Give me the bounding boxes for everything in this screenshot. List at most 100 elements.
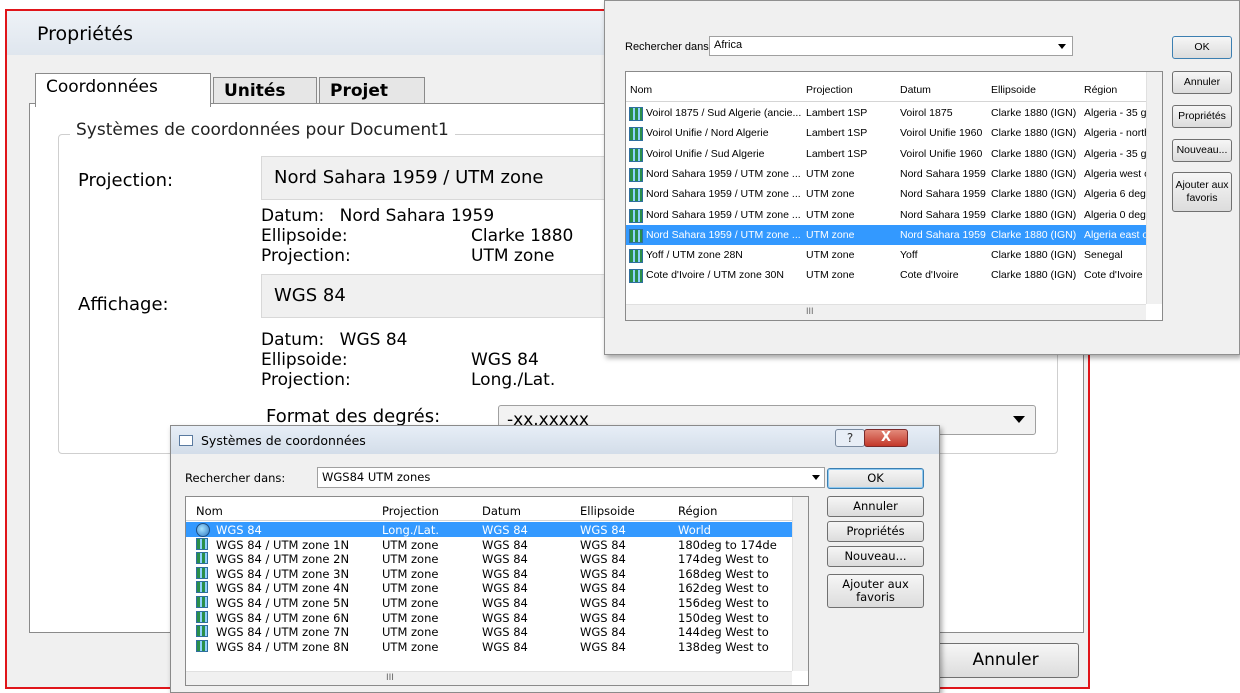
cell-datum: Nord Sahara 1959 bbox=[900, 208, 986, 221]
projection-info: Datum: Nord Sahara 1959 Ellipsoide: Clark… bbox=[261, 206, 573, 266]
col-datum[interactable]: Datum bbox=[900, 84, 931, 96]
list-item[interactable]: WGS 84 / UTM zone 4N UTM zone WGS 84 WGS 84… bbox=[186, 580, 792, 595]
chevron-down-icon bbox=[1058, 44, 1066, 49]
list-item[interactable]: Nord Sahara 1959 / UTM zone ... UTM zone N… bbox=[626, 224, 1148, 245]
col-ellipsoide[interactable]: Ellipsoide bbox=[580, 504, 635, 518]
horizontal-scrollbar[interactable]: III bbox=[186, 671, 792, 685]
new-button[interactable]: Nouveau... bbox=[827, 546, 924, 567]
grid-map-icon bbox=[196, 566, 208, 579]
vertical-scrollbar[interactable] bbox=[1146, 72, 1162, 304]
projection-field[interactable]: Nord Sahara 1959 / UTM zone bbox=[261, 156, 621, 200]
cell-nom: WGS 84 / UTM zone 4N bbox=[216, 581, 350, 596]
horizontal-scrollbar[interactable]: III bbox=[626, 304, 1146, 320]
cell-region: Algeria 0 deg bbox=[1084, 208, 1146, 221]
cell-projection: UTM zone bbox=[806, 208, 855, 221]
proj-datum-value: Nord Sahara 1959 bbox=[339, 206, 495, 226]
cell-region: 150deg West to bbox=[678, 610, 769, 625]
close-button[interactable]: X bbox=[864, 429, 908, 447]
list-item[interactable]: WGS 84 Long./Lat. WGS 84 WGS 84 World bbox=[186, 522, 792, 537]
list-item[interactable]: Yoff / UTM zone 28N UTM zone Yoff Clarke 18… bbox=[626, 245, 1146, 265]
list-item[interactable]: WGS 84 / UTM zone 3N UTM zone WGS 84 WGS 84… bbox=[186, 566, 792, 581]
coordinate-system-list[interactable]: Nom Projection Datum Ellipsoide Région V… bbox=[625, 71, 1163, 321]
help-button[interactable]: ? bbox=[835, 429, 865, 447]
disp-projection-value: Long./Lat. bbox=[471, 370, 556, 390]
col-projection[interactable]: Projection bbox=[806, 84, 853, 96]
tab-unites[interactable]: Unités bbox=[213, 77, 317, 105]
cell-ellipsoide: WGS 84 bbox=[580, 566, 626, 581]
list-item[interactable]: Nord Sahara 1959 / UTM zone ... UTM zone N… bbox=[626, 184, 1146, 204]
cell-region: 162deg West to bbox=[678, 581, 769, 596]
list-item[interactable]: WGS 84 / UTM zone 2N UTM zone WGS 84 WGS 84… bbox=[186, 551, 792, 566]
cell-region: 174deg West to bbox=[678, 552, 769, 567]
list-item[interactable]: Cote d'Ivoire / UTM zone 30N UTM zone Cote… bbox=[626, 265, 1146, 285]
list-item[interactable]: Nord Sahara 1959 / UTM zone ... UTM zone N… bbox=[626, 205, 1146, 225]
list-item[interactable]: Nord Sahara 1959 / UTM zone ... UTM zone N… bbox=[626, 164, 1148, 184]
list-item[interactable]: WGS 84 / UTM zone 1N UTM zone WGS 84 WGS 84… bbox=[186, 537, 792, 552]
cell-projection: UTM zone bbox=[382, 596, 439, 610]
cell-datum: Nord Sahara 1959 bbox=[900, 167, 986, 180]
display-label: Affichage: bbox=[78, 294, 169, 315]
col-datum[interactable]: Datum bbox=[482, 504, 521, 518]
cell-nom: WGS 84 / UTM zone 3N bbox=[216, 566, 350, 581]
properties-button[interactable]: Propriétés bbox=[1172, 105, 1232, 128]
col-nom[interactable]: Nom bbox=[630, 84, 652, 96]
add-to-favorites-button[interactable]: Ajouter aux favoris bbox=[1172, 172, 1232, 212]
cancel-button[interactable]: Annuler bbox=[827, 496, 924, 517]
cell-projection: Lambert 1SP bbox=[806, 107, 868, 119]
list-item[interactable]: Voirol Unifie / Sud Algerie Lambert 1SP Vo… bbox=[626, 144, 1148, 164]
tab-projet[interactable]: Projet bbox=[319, 77, 425, 105]
search-in-select[interactable]: WGS84 UTM zones bbox=[317, 467, 825, 488]
list-item[interactable]: Voirol Unifie / Nord Algerie Lambert 1SP V… bbox=[626, 123, 1148, 143]
coordinate-systems-dialog: Systèmes de coordonnées ? X Rechercher d… bbox=[170, 425, 940, 693]
cancel-button[interactable]: Annuler bbox=[932, 643, 1079, 678]
grid-map-icon bbox=[629, 147, 643, 162]
cell-projection: Lambert 1SP bbox=[806, 127, 868, 140]
cell-nom: Cote d'Ivoire / UTM zone 30N bbox=[646, 269, 784, 282]
col-ellipsoide[interactable]: Ellipsoide bbox=[991, 84, 1036, 96]
properties-button[interactable]: Propriétés bbox=[827, 521, 924, 542]
cell-projection: UTM zone bbox=[806, 269, 855, 282]
cell-ellipsoide: WGS 84 bbox=[580, 639, 626, 654]
col-nom[interactable]: Nom bbox=[196, 504, 223, 518]
col-projection[interactable]: Projection bbox=[382, 504, 439, 518]
cell-datum: WGS 84 bbox=[482, 596, 528, 610]
grid-map-icon bbox=[629, 107, 643, 121]
cancel-button[interactable]: Annuler bbox=[1172, 71, 1232, 94]
display-field[interactable]: WGS 84 bbox=[261, 274, 621, 318]
cell-ellipsoide: Clarke 1880 (IGN) bbox=[991, 127, 1077, 140]
cell-datum: Yoff bbox=[900, 249, 918, 262]
cell-projection: Long./Lat. bbox=[382, 523, 439, 537]
chevron-down-icon bbox=[1013, 416, 1025, 423]
cell-ellipsoide: Clarke 1880 (IGN) bbox=[991, 188, 1077, 201]
add-to-favorites-button[interactable]: Ajouter aux favoris bbox=[827, 574, 924, 608]
list-item[interactable]: WGS 84 / UTM zone 5N UTM zone WGS 84 WGS 84… bbox=[186, 595, 792, 610]
cell-region: Algeria - 35 gr bbox=[1084, 107, 1148, 119]
list-item[interactable]: Voirol 1875 / Sud Algerie (ancie... Lambe… bbox=[626, 103, 1148, 123]
col-region[interactable]: Région bbox=[678, 504, 717, 518]
cell-projection: UTM zone bbox=[806, 167, 855, 180]
ok-button[interactable]: OK bbox=[1172, 36, 1232, 59]
cell-nom: WGS 84 / UTM zone 1N bbox=[216, 537, 350, 552]
cell-datum: Nord Sahara 1959 bbox=[900, 228, 986, 241]
new-button[interactable]: Nouveau... bbox=[1172, 139, 1232, 162]
col-region[interactable]: Région bbox=[1084, 84, 1117, 96]
list-header: Nom Projection Datum Ellipsoide Région bbox=[626, 72, 1146, 102]
cell-projection: UTM zone bbox=[382, 566, 439, 581]
cell-nom: WGS 84 / UTM zone 5N bbox=[216, 596, 350, 610]
vertical-scrollbar[interactable] bbox=[792, 497, 808, 671]
list-item[interactable]: WGS 84 / UTM zone 6N UTM zone WGS 84 WGS 84… bbox=[186, 610, 792, 625]
coordinate-system-list[interactable]: Nom Projection Datum Ellipsoide Région W… bbox=[185, 496, 809, 686]
search-in-select[interactable]: Africa bbox=[709, 36, 1073, 56]
list-item[interactable]: WGS 84 / UTM zone 8N UTM zone WGS 84 WGS 84… bbox=[186, 639, 792, 654]
cell-datum: WGS 84 bbox=[482, 625, 528, 640]
globe-icon bbox=[196, 523, 210, 537]
cell-datum: WGS 84 bbox=[482, 610, 528, 625]
disp-ellipsoid-label: Ellipsoide: bbox=[261, 350, 348, 370]
ok-button[interactable]: OK bbox=[827, 468, 924, 489]
list-item[interactable]: WGS 84 / UTM zone 7N UTM zone WGS 84 WGS 84… bbox=[186, 624, 792, 639]
tab-coordonnees[interactable]: Coordonnées bbox=[35, 73, 211, 107]
dialog-title: Systèmes de coordonnées bbox=[201, 433, 366, 448]
cell-nom: WGS 84 / UTM zone 6N bbox=[216, 610, 350, 625]
cell-projection: UTM zone bbox=[382, 552, 439, 567]
grid-map-icon bbox=[629, 188, 643, 203]
